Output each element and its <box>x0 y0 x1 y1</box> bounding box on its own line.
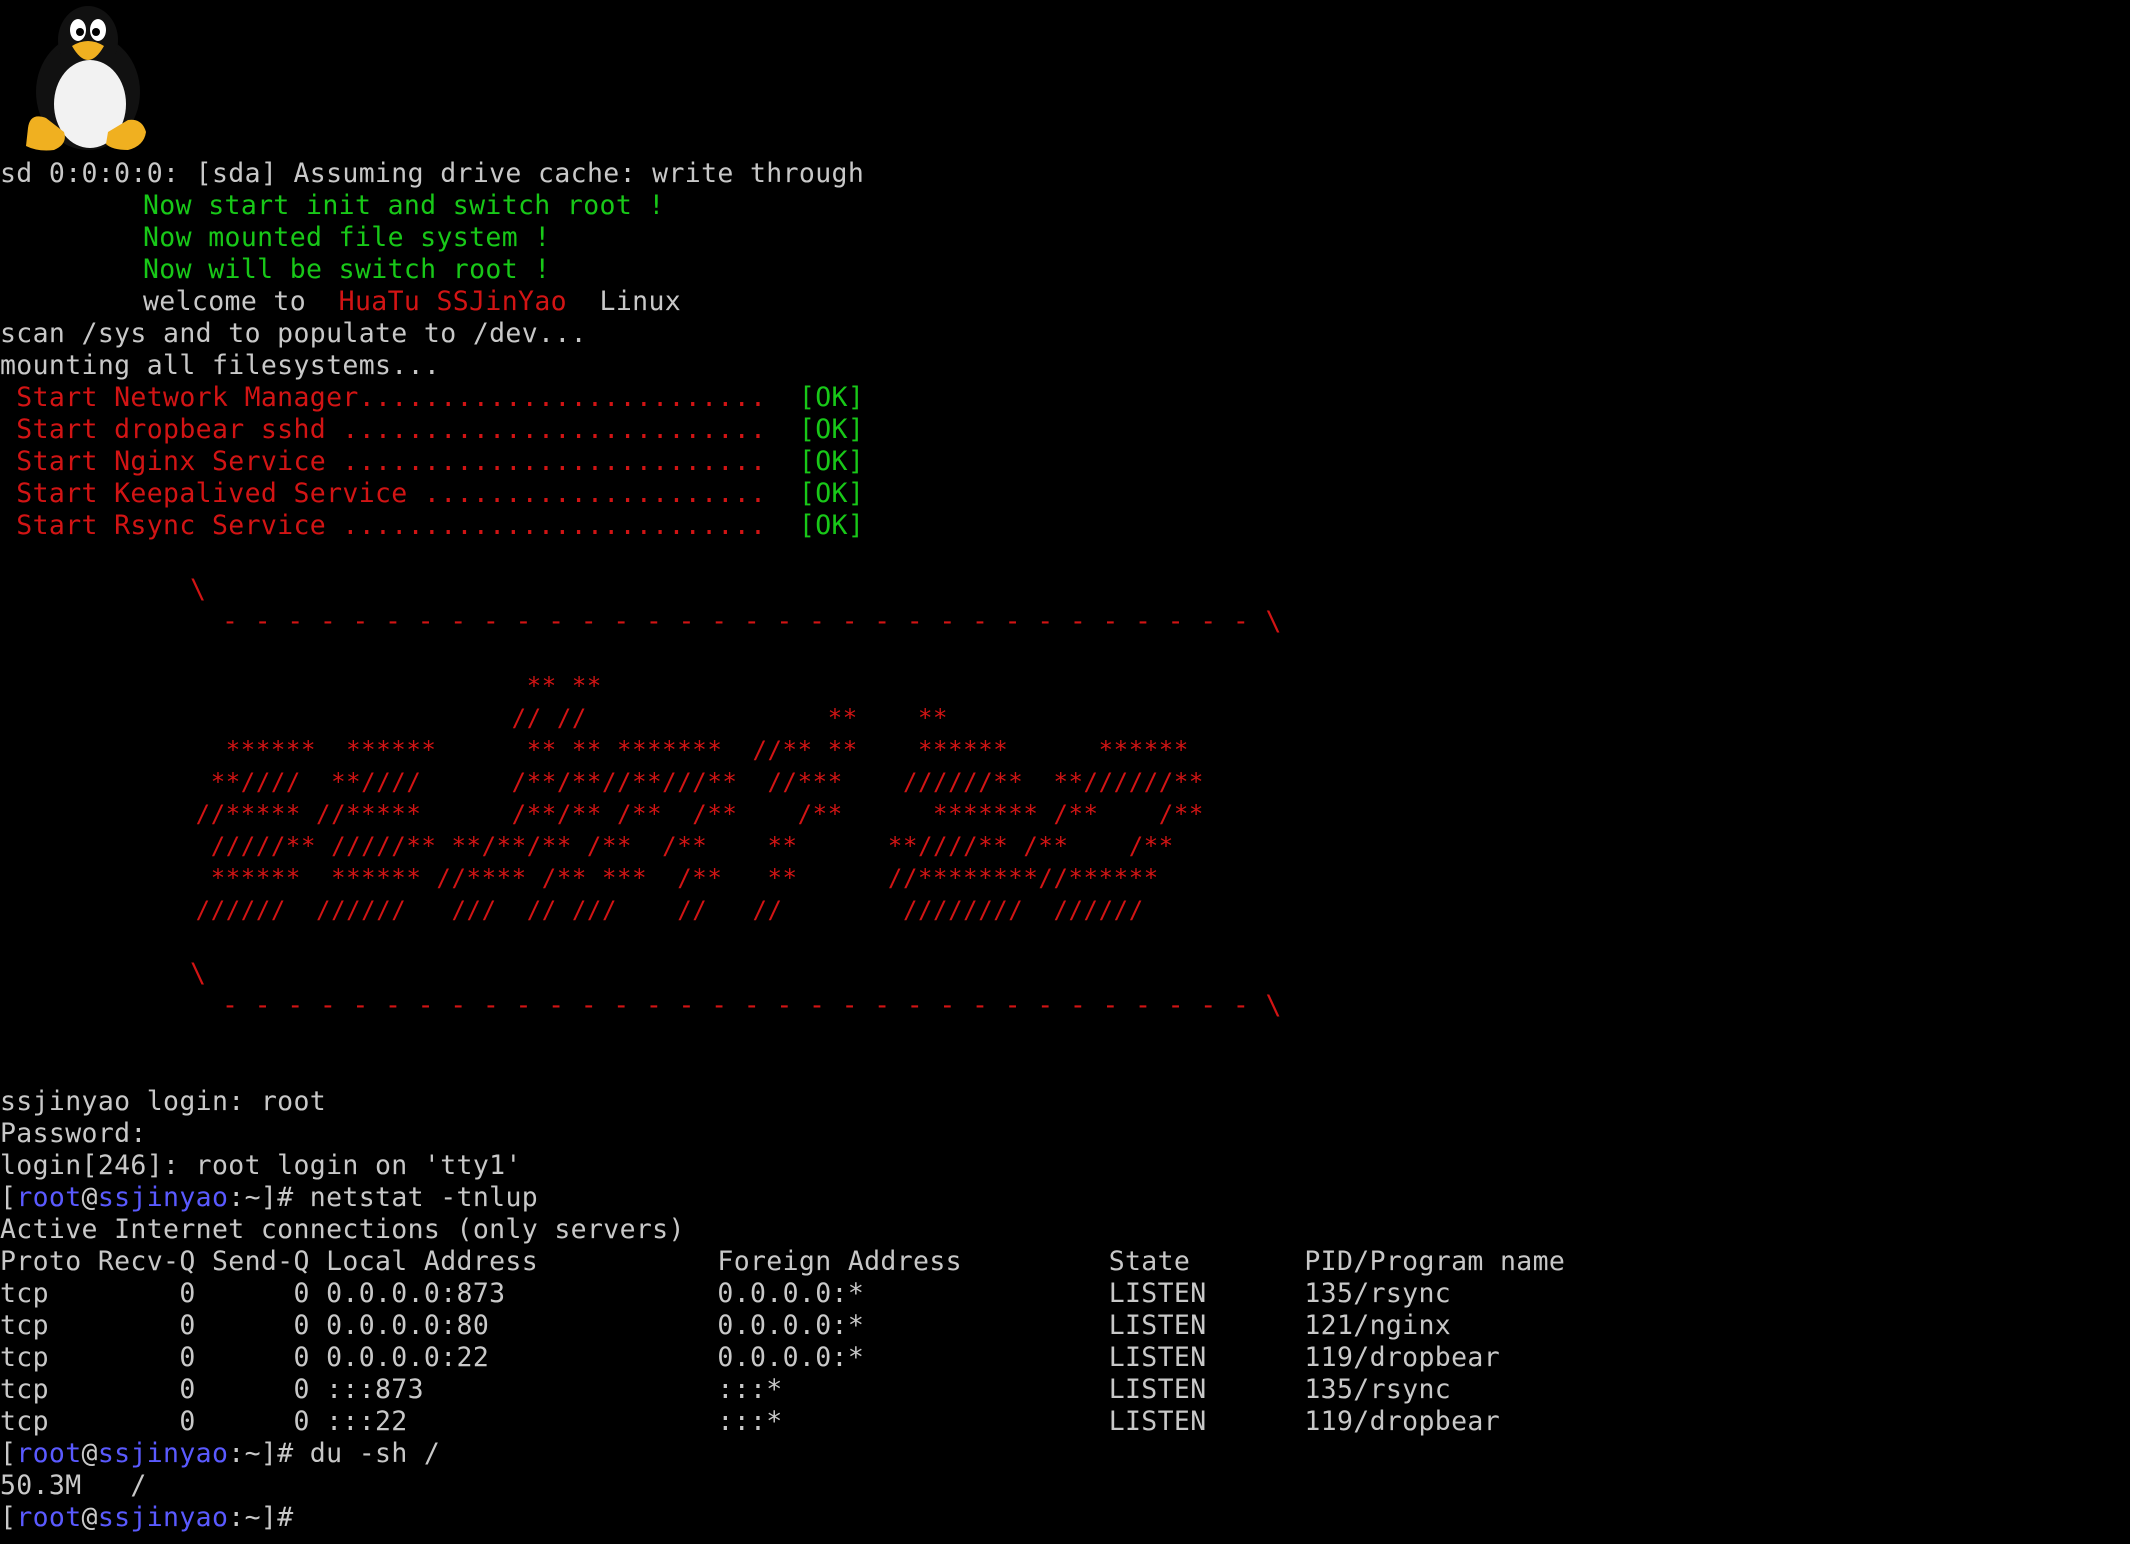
banner-bottom-dashes: - - - - - - - - - - - - - - - - - - - - … <box>222 990 1282 1021</box>
shell-command-line: [root@ssjinyao:~]# netstat -tnlup <box>0 1182 538 1214</box>
service-label: Start Keepalived Service ...............… <box>0 478 767 509</box>
service-line: Start Nginx Service ....................… <box>0 446 864 478</box>
service-status: [OK] <box>798 510 865 541</box>
ascii-art-line: ** ** <box>0 672 602 700</box>
service-status: [OK] <box>798 414 865 445</box>
console-screen[interactable]: sd 0:0:0:0: [sda] Assuming drive cache: … <box>0 0 2130 1544</box>
shell-command-line: [root@ssjinyao:~]# du -sh / <box>0 1438 440 1470</box>
service-status: [OK] <box>798 478 865 509</box>
netstat-row: tcp 0 0 :::22 :::* LISTEN 119/dropbear <box>0 1406 1500 1437</box>
ascii-art-line: /////** /////** **/**/** /** /** ** **//… <box>0 832 1174 860</box>
boot-line-mounted: Now mounted file system ! <box>143 222 551 253</box>
ascii-art-line: **//// **//// /**/**//**///** //*** ////… <box>0 768 1204 796</box>
service-label: Start dropbear sshd ....................… <box>0 414 767 445</box>
welcome-prefix: welcome to <box>143 286 323 317</box>
welcome-suffix: Linux <box>583 286 682 317</box>
command-text: netstat -tnlup <box>293 1182 539 1213</box>
prompt-host: ssjinyao <box>97 1438 229 1469</box>
service-line: Start Rsync Service ....................… <box>0 510 864 542</box>
netstat-row: tcp 0 0 0.0.0.0:80 0.0.0.0:* LISTEN 121/… <box>0 1310 1452 1341</box>
banner-top-slash: \ <box>190 574 207 605</box>
ascii-art-line: ////// ////// /// // /// // // //////// … <box>0 896 1144 924</box>
prompt-host: ssjinyao <box>97 1182 229 1213</box>
prompt-user: root <box>16 1502 82 1533</box>
password-line: Password: <box>0 1118 147 1149</box>
service-line: Start dropbear sshd ....................… <box>0 414 864 446</box>
ascii-art-line: ****** ****** //**** /** *** /** ** //**… <box>0 864 1159 892</box>
command-text: du -sh / <box>293 1438 441 1469</box>
ascii-art-line: ****** ****** ** ** ******* //** ** ****… <box>0 736 1189 764</box>
service-label: Start Nginx Service ....................… <box>0 446 767 477</box>
netstat-title: Active Internet connections (only server… <box>0 1214 685 1245</box>
prompt-at: @ <box>81 1438 98 1469</box>
service-status: [OK] <box>798 446 865 477</box>
prompt-bracket: [ <box>0 1182 17 1213</box>
netstat-row: tcp 0 0 :::873 :::* LISTEN 135/rsync <box>0 1374 1452 1405</box>
prompt-at: @ <box>81 1502 98 1533</box>
netstat-header: Proto Recv-Q Send-Q Local Address Foreig… <box>0 1246 1566 1277</box>
boot-line-init: Now start init and switch root ! <box>143 190 665 221</box>
prompt-suffix: :~]# <box>228 1182 294 1213</box>
boot-line-scan-sys: scan /sys and to populate to /dev... <box>0 318 587 349</box>
prompt-bracket: [ <box>0 1502 17 1533</box>
prompt-bracket: [ <box>0 1438 17 1469</box>
service-line: Start Keepalived Service ...............… <box>0 478 864 510</box>
prompt-suffix: :~]# <box>228 1438 294 1469</box>
prompt-user: root <box>16 1438 82 1469</box>
welcome-brand: HuaTu SSJinYao <box>338 286 567 317</box>
tux-penguin-logo <box>26 6 146 151</box>
ascii-art-line: //***** //***** /**/** /** /** /** *****… <box>0 800 1204 828</box>
boot-line-welcome: welcome to HuaTu SSJinYao Linux <box>143 286 681 318</box>
netstat-row: tcp 0 0 0.0.0.0:873 0.0.0.0:* LISTEN 135… <box>0 1278 1452 1309</box>
login-line: ssjinyao login: root <box>0 1086 327 1117</box>
boot-line-drive-cache: sd 0:0:0:0: [sda] Assuming drive cache: … <box>0 158 865 189</box>
boot-line-switch-root: Now will be switch root ! <box>143 254 551 285</box>
service-line: Start Network Manager...................… <box>0 382 864 414</box>
netstat-row: tcp 0 0 0.0.0.0:22 0.0.0.0:* LISTEN 119/… <box>0 1342 1500 1373</box>
shell-input-line[interactable]: [root@ssjinyao:~]# <box>0 1502 294 1534</box>
boot-line-mounting: mounting all filesystems... <box>0 350 441 381</box>
service-label: Start Rsync Service ....................… <box>0 510 767 541</box>
login-message: login[246]: root login on 'tty1' <box>0 1150 522 1181</box>
banner-top-dashes: - - - - - - - - - - - - - - - - - - - - … <box>222 606 1282 637</box>
banner-bottom-slash: \ <box>190 958 207 989</box>
prompt-host: ssjinyao <box>97 1502 229 1533</box>
prompt-user: root <box>16 1182 82 1213</box>
service-label: Start Network Manager...................… <box>0 382 767 413</box>
prompt-suffix: :~]# <box>228 1502 294 1533</box>
service-status: [OK] <box>798 382 865 413</box>
du-output: 50.3M / <box>0 1470 147 1501</box>
ascii-art-line: // // ** ** <box>0 704 949 732</box>
prompt-at: @ <box>81 1182 98 1213</box>
